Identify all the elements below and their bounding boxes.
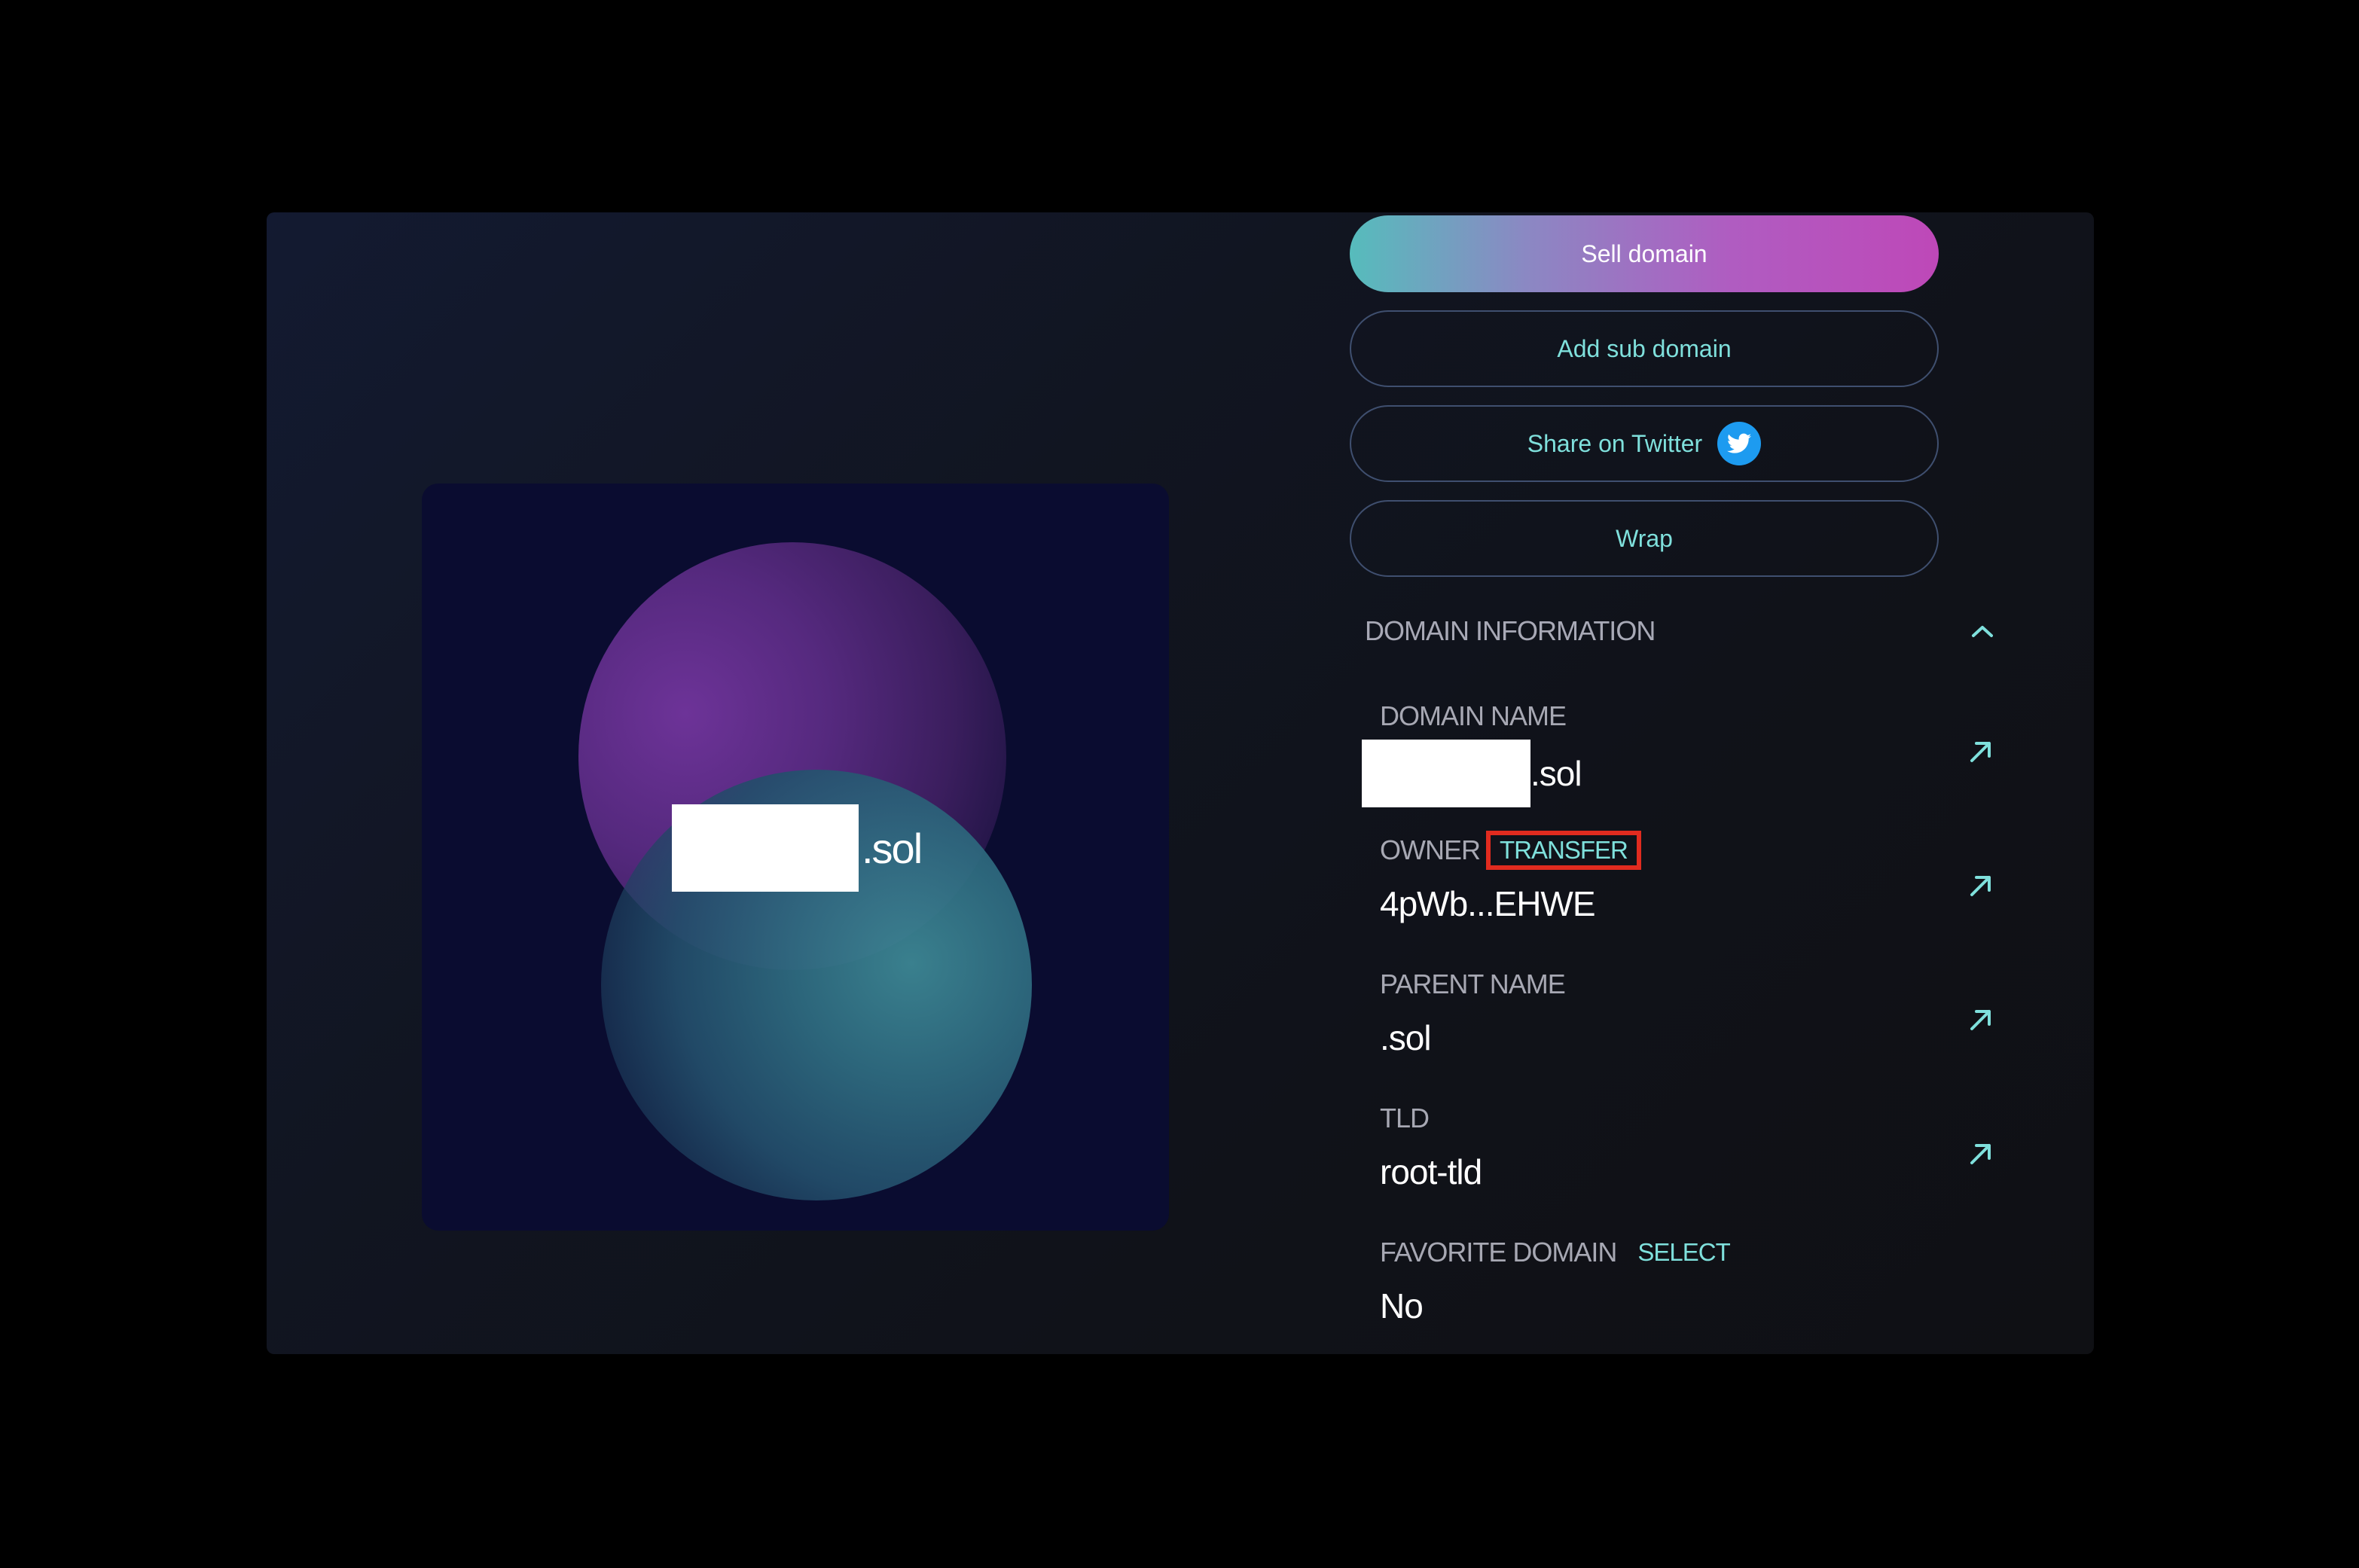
favorite-domain-label: FAVORITE DOMAIN [1380,1237,1617,1268]
owner-label: OWNER [1380,834,1481,865]
parent-name-label: PARENT NAME [1380,969,1566,999]
parent-name-field: PARENT NAME .sol [1380,964,1997,1077]
add-sub-domain-button[interactable]: Add sub domain [1350,310,1939,387]
tld-value: root-tld [1380,1152,1482,1191]
select-favorite-button[interactable]: SELECT [1637,1238,1730,1267]
favorite-domain-field: FAVORITE DOMAIN SELECT No [1380,1232,1997,1345]
chevron-up-icon[interactable] [1967,616,1997,646]
nft-domain-label: .sol [672,804,923,892]
domain-name-value: .sol [1362,740,1997,807]
external-link-icon[interactable] [1964,735,1997,768]
domain-panel: .sol Sell domain Add sub domain Share on… [267,212,2094,1354]
favorite-domain-value: No [1380,1286,1424,1325]
redacted-name-block [1362,740,1530,807]
sell-domain-label: Sell domain [1581,239,1707,267]
sell-domain-button[interactable]: Sell domain [1350,215,1939,292]
owner-field: OWNER TRANSFER 4pWb...EHWE [1380,830,1997,943]
tld-label: TLD [1380,1103,1430,1133]
transfer-highlight: TRANSFER [1486,831,1641,870]
nft-domain-suffix: .sol [862,824,923,872]
wrap-button[interactable]: Wrap [1350,500,1939,577]
domain-name-label: DOMAIN NAME [1380,700,1567,731]
domain-nft-image: .sol [422,484,1169,1231]
external-link-icon[interactable] [1964,869,1997,902]
share-on-twitter-label: Share on Twitter [1527,429,1703,457]
twitter-icon [1717,422,1762,465]
owner-value: 4pWb...EHWE [1380,884,1596,923]
domain-information-header[interactable]: DOMAIN INFORMATION [1365,609,1997,654]
parent-name-value: .sol [1380,1018,1432,1057]
domain-name-field: DOMAIN NAME .sol [1362,696,1997,809]
section-title: DOMAIN INFORMATION [1365,615,1656,646]
external-link-icon[interactable] [1964,1137,1997,1170]
transfer-button[interactable]: TRANSFER [1500,836,1628,865]
tld-field: TLD root-tld [1380,1098,1997,1211]
domain-name-suffix: .sol [1530,754,1582,793]
redacted-name-block [672,804,859,892]
wrap-label: Wrap [1616,524,1673,552]
add-sub-domain-label: Add sub domain [1557,334,1732,362]
external-link-icon[interactable] [1964,1003,1997,1036]
share-on-twitter-button[interactable]: Share on Twitter [1350,405,1939,482]
